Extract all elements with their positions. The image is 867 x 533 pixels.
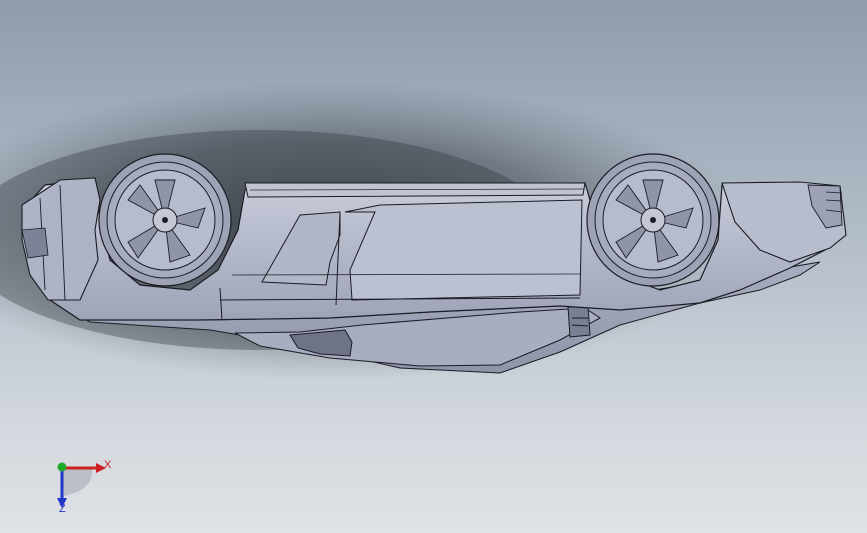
front-wheel[interactable] <box>586 153 720 287</box>
graphics-viewport[interactable]: X Z <box>0 0 867 533</box>
car-model-canvas[interactable] <box>0 0 867 533</box>
car-mirror <box>567 305 591 338</box>
x-axis-label: X <box>104 459 112 471</box>
view-orientation-triad[interactable]: X Z <box>40 450 130 520</box>
rear-wheel[interactable] <box>98 153 232 287</box>
z-axis-label: Z <box>59 503 66 515</box>
triad-shading <box>62 468 93 496</box>
y-axis-dot <box>57 462 67 472</box>
car-door-rear[interactable] <box>344 199 583 301</box>
